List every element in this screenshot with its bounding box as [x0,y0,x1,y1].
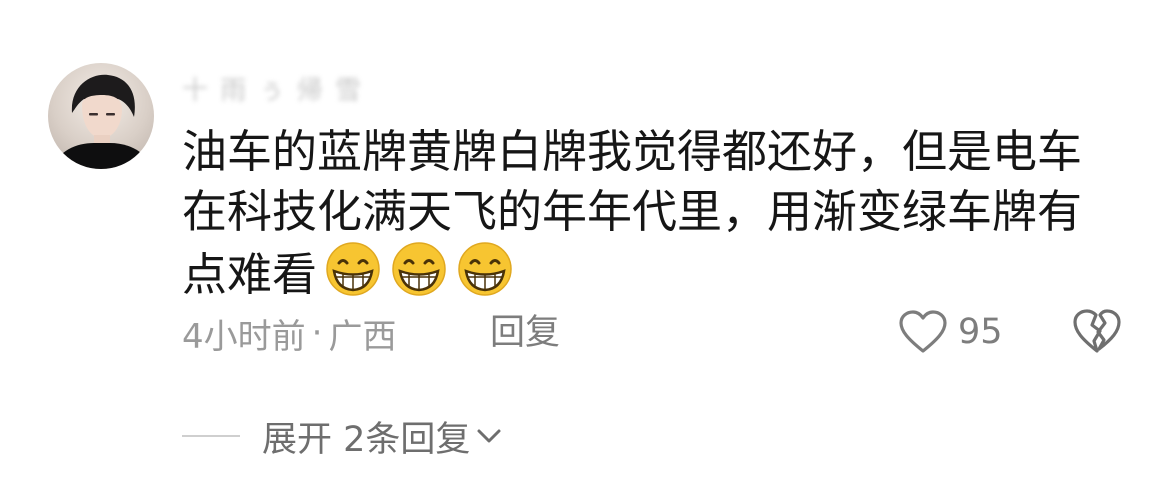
reply-button[interactable]: 回复 [490,310,560,356]
grinning-face-emoji [326,242,380,296]
comment-text: 油车的蓝牌黄牌白牌我觉得都还好，但是电车在科技化满天飞的年年代里，用渐变绿车牌有… [182,122,1122,305]
like-count: 95 [958,312,1003,352]
expand-replies-label[interactable]: 展开 2条回复 [262,411,470,462]
chevron-down-icon[interactable] [476,427,502,445]
avatar[interactable] [48,63,154,169]
grinning-face-emoji [392,242,446,296]
location: 广西 [328,316,397,357]
username[interactable]: 十 雨 ぅ 帰 雪 [182,70,363,107]
comment-meta: 4小时前 · 广西 [182,310,397,357]
avatar-image [52,74,152,169]
expand-replies[interactable]: 展开 2条回复 [182,415,502,460]
broken-heart-icon[interactable] [1072,307,1122,355]
heart-icon[interactable] [898,309,948,355]
meta-separator: · [311,313,323,353]
like-button[interactable]: 95 [898,305,1003,359]
timestamp: 4小时前 [182,316,306,357]
divider-line [182,435,240,437]
dislike-button[interactable] [1072,307,1122,359]
grinning-face-emoji [458,242,512,296]
emoji-group [317,242,515,301]
